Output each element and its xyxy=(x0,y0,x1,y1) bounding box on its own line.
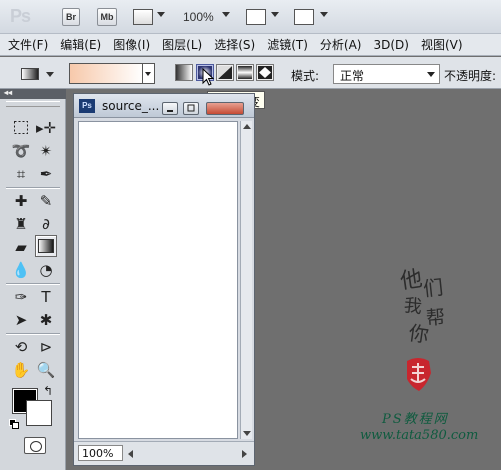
history-brush-tool-icon[interactable]: ∂ xyxy=(35,213,57,235)
menu-bar: 文件(F) 编辑(E) 图像(I) 图层(L) 选择(S) 滤镜(T) 分析(A… xyxy=(0,34,501,56)
toolbox-divider xyxy=(6,187,60,189)
menu-edit[interactable]: 编辑(E) xyxy=(54,36,107,53)
gradient-dropdown-icon[interactable] xyxy=(142,64,154,83)
clone-stamp-tool-icon[interactable]: ♜ xyxy=(10,213,32,235)
type-tool-icon[interactable]: T xyxy=(35,286,57,308)
watermark-site-name: PS教程网 xyxy=(382,412,449,427)
opacity-label: 不透明度: xyxy=(444,69,497,83)
healing-brush-tool-icon[interactable]: ✚ xyxy=(10,190,32,212)
red-seal-stamp xyxy=(407,358,431,391)
blur-tool-icon[interactable]: 💧 xyxy=(10,259,32,281)
scroll-left-icon[interactable] xyxy=(128,450,133,458)
angle-gradient-icon[interactable] xyxy=(216,64,234,81)
watermark-calligraphy: 你 xyxy=(407,320,431,348)
menu-view[interactable]: 视图(V) xyxy=(415,36,469,53)
launch-minibridge-button[interactable]: Mb xyxy=(97,8,117,26)
default-colors-icon[interactable] xyxy=(9,418,19,429)
mouse-cursor-icon xyxy=(202,68,214,86)
document-canvas[interactable] xyxy=(78,121,238,439)
blend-mode-select[interactable]: 正常 xyxy=(333,64,440,84)
toolbox-divider xyxy=(6,333,60,335)
document-titlebar[interactable]: Ps source_... xyxy=(74,94,254,118)
vertical-scrollbar[interactable] xyxy=(240,121,252,439)
lasso-tool-icon[interactable]: ➰ xyxy=(10,140,32,162)
dodge-tool-icon[interactable]: ◔ xyxy=(35,259,57,281)
menu-image[interactable]: 图像(I) xyxy=(107,36,156,53)
watermark-calligraphy: 们 xyxy=(421,275,445,301)
screen-mode-dropdown-icon[interactable] xyxy=(320,12,328,17)
menu-filter[interactable]: 滤镜(T) xyxy=(261,36,314,53)
menu-file[interactable]: 文件(F) xyxy=(0,36,54,53)
minimize-button[interactable] xyxy=(162,102,178,115)
mode-label: 模式: xyxy=(291,69,320,83)
menu-select[interactable]: 选择(S) xyxy=(208,36,261,53)
gradient-preview[interactable] xyxy=(70,64,143,83)
move-tool-icon[interactable]: ▸✛ xyxy=(35,117,57,139)
screen-mode-icon[interactable] xyxy=(294,9,314,25)
gradient-tool-selected-icon[interactable] xyxy=(35,235,57,257)
blend-mode-value: 正常 xyxy=(340,69,365,83)
collapse-panel-icon[interactable]: ◂◂ xyxy=(4,88,12,97)
menu-3d[interactable]: 3D(D) xyxy=(367,38,414,52)
watermark-calligraphy: 他 xyxy=(398,266,424,295)
eyedropper-tool-icon[interactable]: ✒ xyxy=(35,163,57,185)
scroll-up-icon[interactable] xyxy=(243,124,251,129)
zoom-level[interactable]: 100% xyxy=(183,10,214,24)
photoshop-document-icon: Ps xyxy=(79,99,95,113)
marquee-tool-icon[interactable] xyxy=(10,117,32,139)
close-button[interactable] xyxy=(206,102,244,115)
zoom-dropdown-icon[interactable] xyxy=(222,12,230,17)
path-selection-tool-icon[interactable]: ➤ xyxy=(10,309,32,331)
scroll-right-icon[interactable] xyxy=(242,450,247,458)
diamond-gradient-icon[interactable] xyxy=(256,64,274,81)
gradient-tool-icon xyxy=(21,68,39,80)
view-extras-dropdown-icon[interactable] xyxy=(157,12,165,17)
custom-shape-tool-icon[interactable]: ✱ xyxy=(35,309,57,331)
tool-preset-picker[interactable] xyxy=(17,63,57,85)
maximize-button[interactable] xyxy=(183,102,199,115)
background-color-swatch[interactable] xyxy=(26,400,52,426)
3d-rotate-tool-icon[interactable]: ⟲ xyxy=(10,336,32,358)
menu-layer[interactable]: 图层(L) xyxy=(156,36,208,53)
crop-tool-icon[interactable]: ⌗ xyxy=(10,163,32,185)
tool-preset-dropdown-icon xyxy=(46,72,54,77)
arrange-dropdown-icon[interactable] xyxy=(271,12,279,17)
hand-tool-icon[interactable]: ✋ xyxy=(10,359,32,381)
swap-colors-icon[interactable]: ↰ xyxy=(43,384,53,398)
toolbox-divider xyxy=(6,283,60,285)
quick-mask-button[interactable] xyxy=(24,437,46,454)
gradient-picker[interactable] xyxy=(69,63,155,84)
tools-panel-header[interactable]: ◂◂ xyxy=(0,88,66,99)
reflected-gradient-icon[interactable] xyxy=(236,64,254,81)
document-window: Ps source_... 100% xyxy=(73,93,255,466)
document-status-bar: 100% xyxy=(74,441,254,465)
zoom-tool-icon[interactable]: 🔍 xyxy=(35,359,57,381)
photoshop-logo: Ps xyxy=(10,6,31,26)
watermark-url: www.tata580.com xyxy=(360,428,479,443)
pen-tool-icon[interactable]: ✑ xyxy=(10,286,32,308)
launch-bridge-button[interactable]: Br xyxy=(62,8,80,26)
eraser-tool-icon[interactable]: ▰ xyxy=(10,236,32,258)
document-zoom-field[interactable]: 100% xyxy=(78,445,123,461)
chevron-down-icon xyxy=(427,72,435,77)
panel-grip[interactable] xyxy=(6,101,60,107)
document-title: source_... xyxy=(102,99,160,113)
arrange-documents-icon[interactable] xyxy=(246,9,266,25)
watermark-calligraphy: 我 xyxy=(402,295,423,318)
magic-wand-tool-icon[interactable]: ✴ xyxy=(35,140,57,162)
scroll-down-icon[interactable] xyxy=(243,431,251,436)
view-extras-icon[interactable] xyxy=(133,9,153,25)
linear-gradient-icon[interactable] xyxy=(175,64,193,81)
3d-orbit-tool-icon[interactable]: ⊳ xyxy=(35,336,57,358)
application-bar: Ps Br Mb 100% xyxy=(0,0,501,34)
menu-analysis[interactable]: 分析(A) xyxy=(314,36,368,53)
brush-tool-icon[interactable]: ✎ xyxy=(35,190,57,212)
